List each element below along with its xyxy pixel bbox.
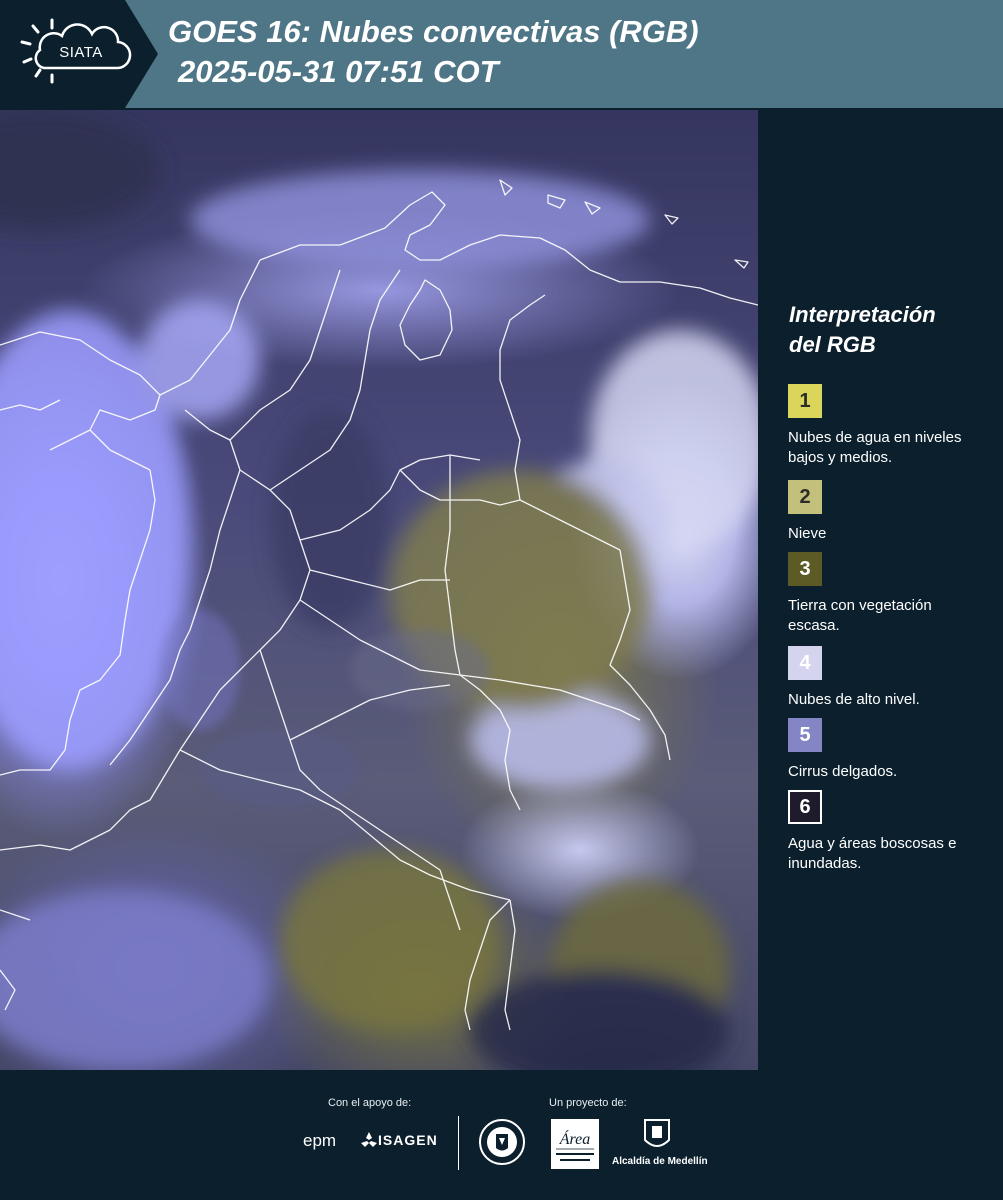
legend-label-1: Nubes de agua en niveles bajos y medios. — [788, 429, 962, 466]
svg-text:Área: Área — [559, 1129, 591, 1148]
legend-item: 1 Nubes de agua en niveles bajos y medio… — [788, 384, 973, 468]
legend-title-line1: Interpretación — [789, 302, 936, 327]
legend-item: 4 Nubes de alto nivel. — [788, 646, 973, 710]
epm-logo: epm — [303, 1131, 337, 1150]
title-line1: GOES 16: Nubes convectivas (RGB) — [168, 14, 699, 49]
legend-item: 2 Nieve — [788, 480, 973, 544]
alcaldia-crest-icon — [644, 1119, 670, 1147]
legend-label-4: Nubes de alto nivel. — [788, 691, 920, 708]
legend-label-6: Agua y áreas boscosas e inundadas. — [788, 835, 957, 872]
project-label: Un proyecto de: — [549, 1097, 627, 1109]
legend-label-2: Nieve — [788, 525, 827, 542]
support-label: Con el apoyo de: — [328, 1097, 412, 1109]
legend-swatch-3: 3 — [788, 552, 822, 586]
footer-divider — [458, 1116, 459, 1170]
page-title: GOES 16: Nubes convectivas (RGB) 2025-05… — [168, 12, 699, 92]
legend-title-line2: del RGB — [789, 332, 876, 357]
alcaldia-name: Alcaldía de Medellín — [612, 1156, 708, 1167]
area-metropolitana-logo: Área — [551, 1119, 599, 1169]
legend-label-3: Tierra con vegetación escasa. — [788, 597, 932, 634]
legend-swatch-6: 6 — [788, 790, 822, 824]
boundary-overlay — [0, 110, 758, 1070]
header-bar: SIATA GOES 16: Nubes convectivas (RGB) 2… — [0, 0, 1003, 108]
legend-swatch-5: 5 — [788, 718, 822, 752]
isagen-icon — [361, 1132, 377, 1147]
legend-label-5: Cirrus delgados. — [788, 763, 898, 780]
logo-text: SIATA — [59, 44, 103, 61]
legend-item: 3 Tierra con vegetación escasa. — [788, 552, 973, 636]
legend-swatch-2: 2 — [788, 480, 822, 514]
footer: Con el apoyo de: Un proyecto de: epm ISA… — [0, 1070, 1003, 1200]
title-line2: 2025-05-31 07:51 COT — [178, 54, 499, 89]
legend-item: 5 Cirrus delgados. — [788, 718, 973, 782]
legend-swatch-4: 4 — [788, 646, 822, 680]
legend-item: 6 Agua y áreas boscosas e inundadas. — [788, 790, 973, 874]
legend-swatch-1: 1 — [788, 384, 822, 418]
siata-logo: SIATA — [0, 0, 158, 108]
legend-title: Interpretación del RGB — [789, 300, 979, 360]
rgb-legend: Interpretación del RGB 1 Nubes de agua e… — [775, 300, 995, 872]
satellite-map — [0, 110, 758, 1070]
isagen-logo: ISAGEN — [378, 1132, 438, 1148]
medellin-seal-icon — [479, 1119, 525, 1165]
